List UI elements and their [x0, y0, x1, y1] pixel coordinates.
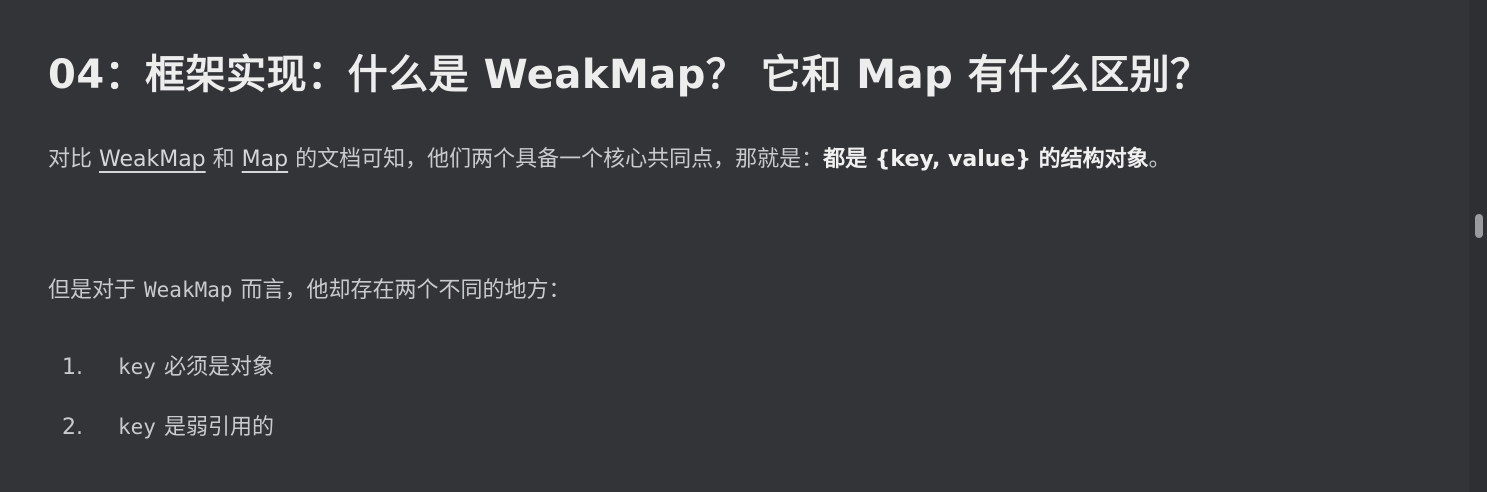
list-item-text: 必须是对象: [163, 355, 274, 380]
vertical-scrollbar[interactable]: [1469, 0, 1487, 492]
list-item-number: 2.: [62, 415, 83, 440]
differences-list: 1. key 必须是对象 2. key 是弱引用的: [48, 352, 274, 472]
paragraph-differences: 但是对于 WeakMap 而言，他却存在两个不同的地方：: [48, 268, 571, 313]
paragraph-middle: 的文档可知，他们两个具备一个核心共同点，那就是：: [288, 147, 824, 172]
list-item: 2. key 是弱引用的: [48, 412, 274, 472]
paragraph-prefix: 对比: [48, 147, 99, 172]
inline-code-weakmap: WeakMap: [144, 278, 233, 302]
paragraph-suffix: 。: [1148, 147, 1171, 172]
list-item: 1. key 必须是对象: [48, 352, 274, 412]
weakmap-doc-link[interactable]: WeakMap: [99, 147, 206, 172]
inline-code-key: key: [118, 355, 156, 379]
paragraph2-prefix: 但是对于: [48, 278, 137, 303]
scrollbar-thumb[interactable]: [1475, 214, 1483, 238]
list-item-number: 1.: [62, 355, 83, 380]
paragraph-comparison: 对比 WeakMap 和 Map 的文档可知，他们两个具备一个核心共同点，那就是…: [48, 138, 1418, 182]
list-item-text: 是弱引用的: [163, 415, 274, 440]
section-heading: 04：框架实现：什么是 WeakMap？ 它和 Map 有什么区别？: [48, 52, 1211, 98]
paragraph-emphasis: 都是 {key, value} 的结构对象: [823, 147, 1149, 172]
paragraph2-suffix: 而言，他却存在两个不同的地方：: [240, 278, 571, 303]
map-doc-link[interactable]: Map: [242, 147, 288, 172]
inline-code-key: key: [118, 415, 156, 439]
paragraph-connector: 和: [205, 147, 242, 172]
